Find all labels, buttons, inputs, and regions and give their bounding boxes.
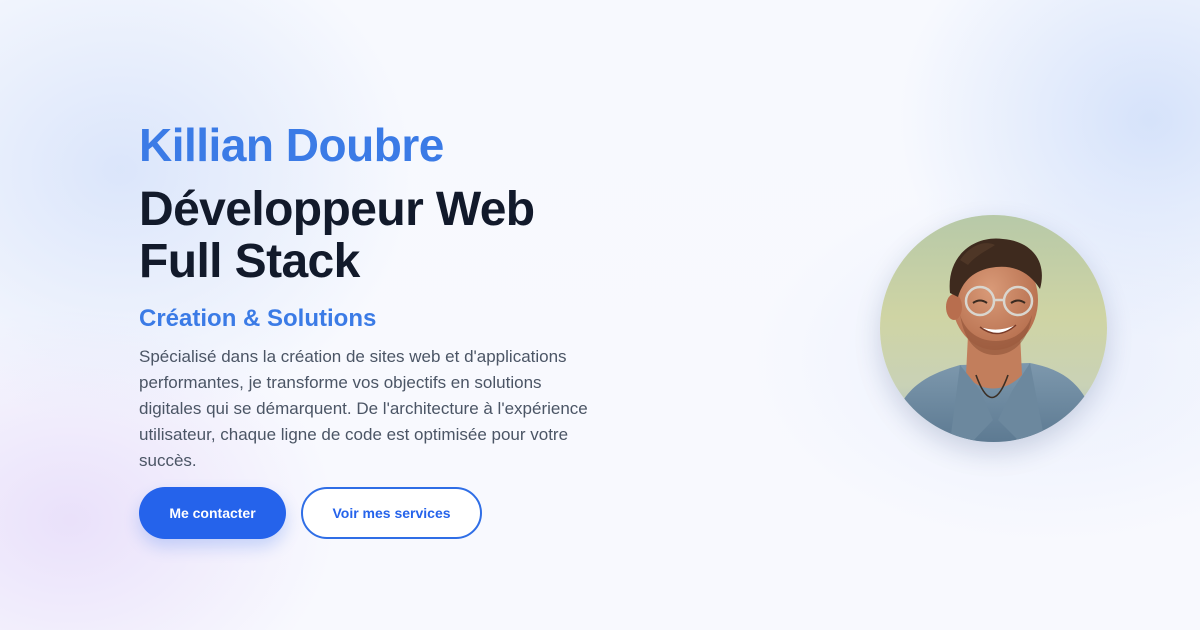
hero-role-line-1: Développeur Web: [139, 183, 535, 236]
profile-photo-image: [880, 215, 1107, 442]
hero-name: Killian Doubre: [139, 119, 444, 171]
profile-photo: [880, 215, 1107, 442]
hero-role-line-2: Full Stack: [139, 235, 360, 288]
hero-description: Spécialisé dans la création de sites web…: [139, 347, 588, 470]
hero-role: Développeur Web Full Stack: [139, 184, 609, 288]
hero-section: Killian Doubre Développeur Web Full Stac…: [139, 116, 609, 474]
contact-button[interactable]: Me contacter: [139, 487, 286, 539]
services-button[interactable]: Voir mes services: [301, 487, 482, 539]
hero-tagline: Création & Solutions: [139, 305, 377, 332]
hero-actions: Me contacter Voir mes services: [139, 487, 482, 539]
